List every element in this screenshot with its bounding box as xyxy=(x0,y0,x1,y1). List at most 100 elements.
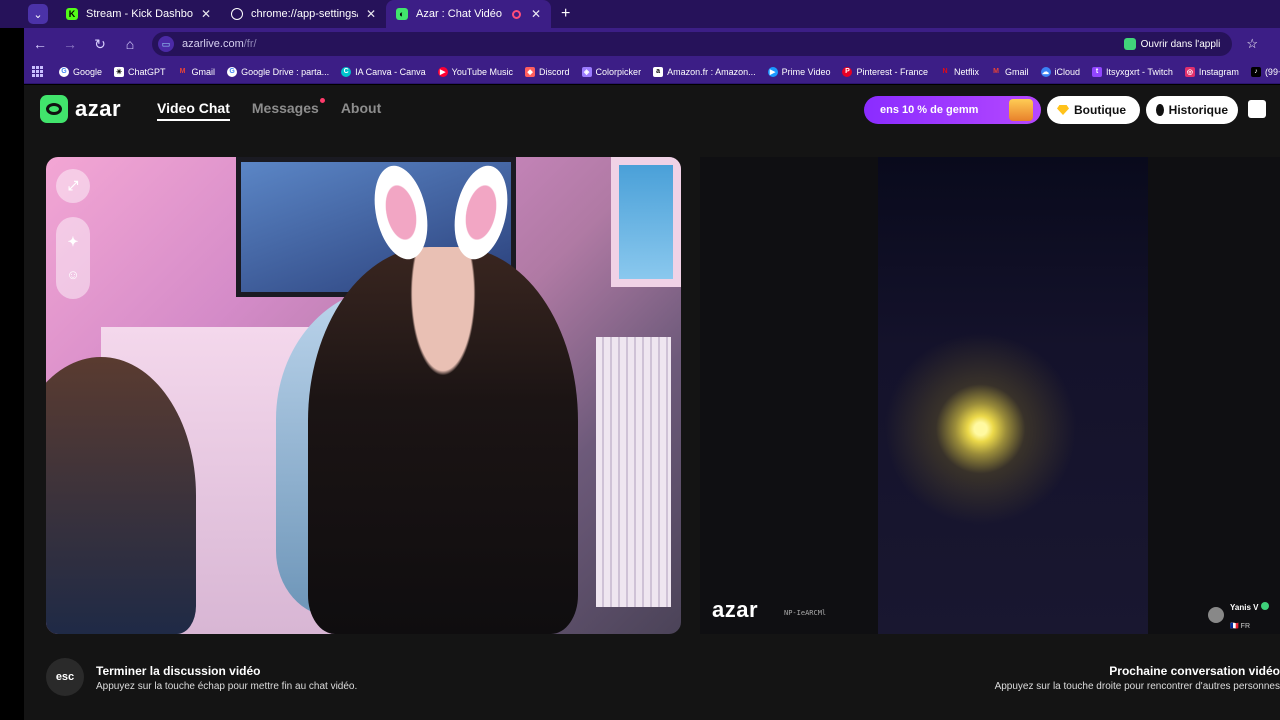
bookmark-instagram[interactable]: ◎ Instagram xyxy=(1184,66,1239,77)
back-button[interactable]: ← xyxy=(32,36,48,52)
bookmark-label: Gmail xyxy=(191,66,216,77)
home-button[interactable]: ⌂ xyxy=(122,36,138,52)
nav-about[interactable]: About xyxy=(341,100,381,121)
app-icon xyxy=(1123,38,1136,50)
bookmark-star-icon[interactable]: ☆ xyxy=(1246,36,1258,52)
local-video: ⤢ ✦ ☺ xyxy=(46,157,681,634)
bookmark-twitch[interactable]: t Itsyxgxrt - Twitch xyxy=(1092,66,1173,77)
azar-icon: ◐ xyxy=(396,8,408,20)
site-header: azar Video Chat Messages About ens 10 % … xyxy=(24,85,1280,133)
main-nav: Video Chat Messages About xyxy=(157,98,381,121)
bookmark-google-drive[interactable]: G Google Drive : parta... xyxy=(227,66,330,77)
peer-country-code: FR xyxy=(1240,623,1251,630)
next-chat-subtitle: Appuyez sur la touche droite pour rencon… xyxy=(994,681,1280,692)
bookmark-label: Google Drive : parta... xyxy=(241,66,330,77)
tab-search-button[interactable]: ⌄ xyxy=(28,4,48,24)
forward-button[interactable]: → xyxy=(62,36,78,52)
peer-info[interactable]: Yanis V 🇫🇷 FR xyxy=(1208,597,1270,633)
pinterest-icon: P xyxy=(842,66,853,77)
shop-label: Boutique xyxy=(1074,103,1126,117)
url-text: azarlive.com/fr/ xyxy=(182,38,257,50)
bookmark-label: Pinterest - France xyxy=(856,66,928,77)
globe-icon xyxy=(231,8,243,20)
azar-watermark: azar xyxy=(712,597,759,622)
tiktok-icon: ♪ xyxy=(1250,66,1261,77)
bookmark-google[interactable]: G Google xyxy=(59,66,103,77)
twitch-icon: t xyxy=(1092,66,1103,77)
new-tab-button[interactable]: + xyxy=(561,5,570,23)
close-icon[interactable]: ✕ xyxy=(366,7,376,21)
bookmark-tiktok[interactable]: ♪(99+)TikTok - Ma xyxy=(1250,66,1280,77)
youtube-music-icon: ▶ xyxy=(437,66,448,77)
bookmark-label: IA Canva - Canva xyxy=(355,66,426,77)
apps-grid-icon[interactable] xyxy=(32,66,43,77)
tab-title: chrome://app-settings/jjgcbfl xyxy=(251,8,358,20)
store-icon[interactable] xyxy=(1248,100,1266,118)
smiley-icon[interactable]: ☺ xyxy=(65,266,81,282)
bookmark-pinterest[interactable]: P Pinterest - France xyxy=(842,66,928,77)
bookmark-netflix[interactable]: N Netflix xyxy=(940,67,979,77)
open-in-app-button[interactable]: Ouvrir dans l'appli xyxy=(1123,38,1220,50)
canva-icon: C xyxy=(341,66,352,77)
prime-video-icon: ▶ xyxy=(767,66,778,77)
bookmark-prime-video[interactable]: ▶ Prime Video xyxy=(767,66,831,77)
gem-icon xyxy=(1057,105,1069,115)
tab-title: Stream - Kick Dashboard xyxy=(86,8,193,20)
bookmark-icloud[interactable]: ☁ iCloud xyxy=(1040,66,1081,77)
icloud-icon: ☁ xyxy=(1040,66,1051,77)
bookmark-youtube-music[interactable]: ▶ YouTube Music xyxy=(437,66,513,77)
azar-logo[interactable]: azar xyxy=(40,95,121,123)
bookmark-label: Google xyxy=(73,66,103,77)
avatar xyxy=(1208,607,1224,623)
expand-icon: ⤢ xyxy=(67,178,79,193)
tab-azar[interactable]: ◐ Azar : Chat Vidéo avec de n ✕ xyxy=(386,0,551,28)
notification-dot xyxy=(319,98,325,103)
tab-app-settings[interactable]: chrome://app-settings/jjgcbfl ✕ xyxy=(221,0,386,28)
bookmark-label: Prime Video xyxy=(781,66,831,77)
video-person xyxy=(308,247,578,634)
bunny-ears-filter xyxy=(366,160,516,265)
bookmark-label: iCloud xyxy=(1054,66,1081,77)
bookmarks-bar: G Google ✳ ChatGPT M Gmail G Google Drive : … xyxy=(24,60,1280,84)
treasure-chest-icon xyxy=(1009,99,1033,121)
bookmark-label: Gmail xyxy=(1005,66,1029,77)
peer-country: 🇫🇷 FR xyxy=(1230,623,1251,630)
discord-icon: ◆ xyxy=(525,66,536,77)
google-icon: G xyxy=(59,66,69,77)
nav-video-chat[interactable]: Video Chat xyxy=(157,100,230,121)
nav-messages[interactable]: Messages xyxy=(251,98,325,121)
video-tools: ✦ ☺ xyxy=(56,217,90,299)
shop-button[interactable]: Boutique xyxy=(1047,96,1140,124)
address-bar[interactable]: ▭ azarlive.com/fr/ Ouvrir dans l'appli xyxy=(152,32,1233,56)
bookmark-discord[interactable]: ◆ Discord xyxy=(525,66,570,77)
bookmark-label: Netflix xyxy=(954,66,980,77)
bookmark-chatgpt[interactable]: ✳ ChatGPT xyxy=(114,66,166,77)
nav-messages-label: Messages xyxy=(251,100,319,116)
watermark-id: NP-IeARCMl xyxy=(784,609,827,617)
bookmark-colorpicker[interactable]: ◈ Colorpicker xyxy=(581,66,641,77)
bookmark-label: Discord xyxy=(539,66,570,77)
site-info-icon[interactable]: ▭ xyxy=(158,36,174,52)
tab-title: Azar : Chat Vidéo avec de n xyxy=(416,8,504,20)
chevron-down-icon: ⌄ xyxy=(33,8,43,21)
clock-icon xyxy=(1156,104,1164,116)
bookmark-amazon[interactable]: a Amazon.fr : Amazon... xyxy=(653,66,756,77)
end-chat-subtitle: Appuyez sur la touche échap pour mettre … xyxy=(96,681,358,692)
esc-key-button[interactable]: esc xyxy=(46,658,84,696)
magic-wand-icon[interactable]: ✦ xyxy=(65,234,81,250)
end-chat-title: Terminer la discussion vidéo xyxy=(96,664,261,678)
url-path: /fr/ xyxy=(243,38,257,50)
expand-button[interactable]: ⤢ xyxy=(56,169,90,203)
close-icon[interactable]: ✕ xyxy=(531,7,541,21)
close-icon[interactable]: ✕ xyxy=(201,7,211,21)
recording-icon xyxy=(511,9,521,19)
tab-kick[interactable]: K Stream - Kick Dashboard ✕ xyxy=(56,0,221,28)
bookmark-canva[interactable]: C IA Canva - Canva xyxy=(341,66,426,77)
history-button[interactable]: Historique xyxy=(1146,96,1238,124)
bookmark-gmail[interactable]: M Gmail xyxy=(178,66,216,77)
reload-button[interactable]: ↻ xyxy=(92,36,108,53)
left-edge xyxy=(0,28,24,720)
bookmark-gmail-2[interactable]: M Gmail xyxy=(991,66,1029,77)
gems-promo-banner[interactable]: ens 10 % de gemm xyxy=(864,96,1041,124)
netflix-icon: N xyxy=(942,68,948,75)
